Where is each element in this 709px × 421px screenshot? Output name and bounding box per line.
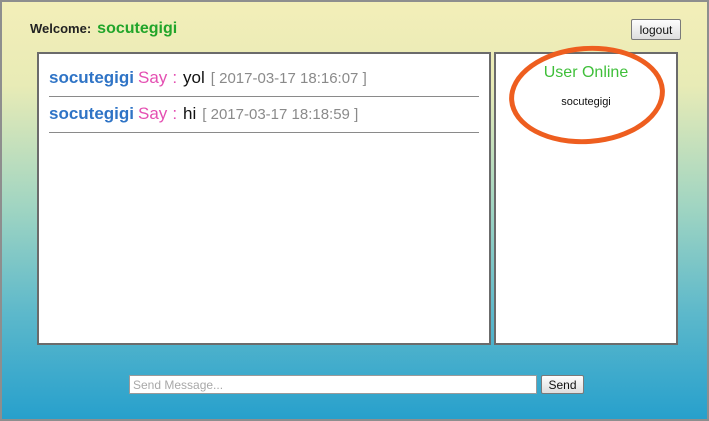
message-user: socutegigi bbox=[49, 104, 135, 123]
message-row: socutegigi Say : hi [ 2017-03-17 18:18:5… bbox=[49, 96, 479, 133]
message-say: Say bbox=[138, 104, 168, 123]
message-text: hi bbox=[183, 104, 197, 123]
online-user-item: socutegigi bbox=[561, 96, 611, 108]
message-say: Say bbox=[138, 68, 168, 87]
message-input[interactable] bbox=[129, 375, 537, 394]
message-user: socutegigi bbox=[49, 68, 135, 87]
message-timestamp: [ 2017-03-17 18:18:59 ] bbox=[202, 105, 359, 123]
welcome-username: socutegigi bbox=[97, 20, 178, 37]
send-button[interactable]: Send bbox=[541, 375, 584, 394]
message-colon: : bbox=[172, 104, 178, 123]
message-row: socutegigi Say : yol [ 2017-03-17 18:16:… bbox=[49, 60, 479, 97]
chat-window: Welcome: socutegigi logout socutegigi Sa… bbox=[0, 0, 709, 421]
online-users-panel: User Online socutegigi bbox=[494, 52, 678, 345]
message-colon: : bbox=[172, 68, 178, 87]
message-timestamp: [ 2017-03-17 18:16:07 ] bbox=[210, 69, 367, 87]
message-text: yol bbox=[183, 68, 205, 87]
online-users-title: User Online bbox=[543, 64, 629, 81]
welcome-bar: Welcome: socutegigi bbox=[30, 20, 177, 40]
message-list: socutegigi Say : yol [ 2017-03-17 18:16:… bbox=[37, 52, 491, 345]
welcome-label: Welcome: bbox=[30, 21, 92, 36]
logout-button[interactable]: logout bbox=[631, 19, 681, 40]
